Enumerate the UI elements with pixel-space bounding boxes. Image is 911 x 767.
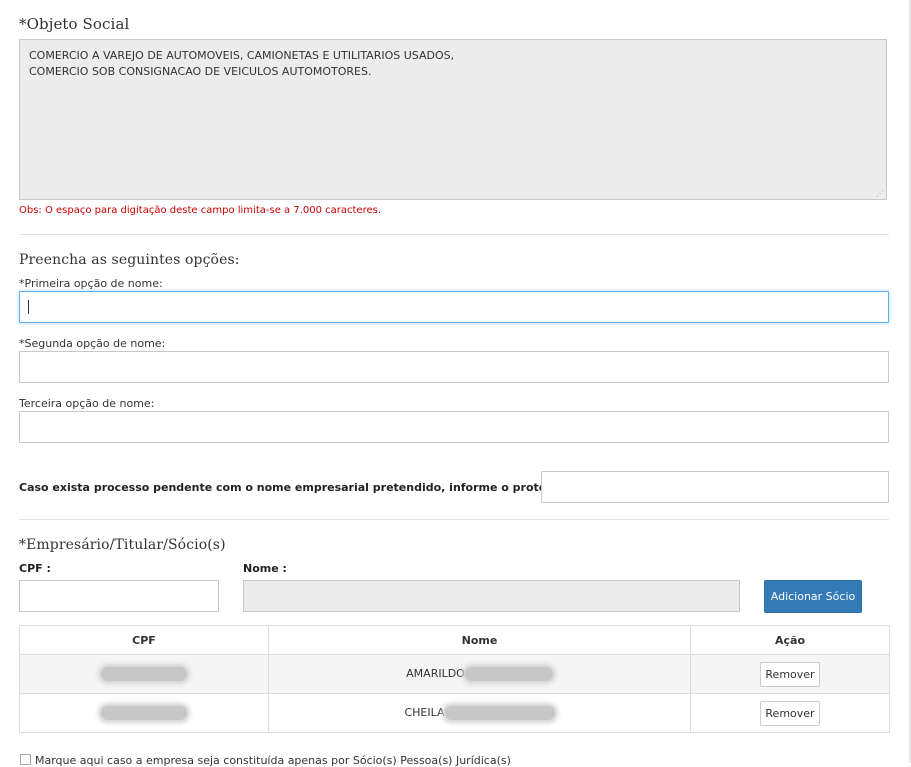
protocol-input[interactable]	[541, 471, 889, 503]
second-name-option-input[interactable]	[19, 351, 889, 383]
action-cell: Remover	[690, 693, 890, 733]
partner-name: AMARILDO	[406, 667, 465, 680]
section-divider	[19, 519, 889, 520]
character-limit-note: Obs: O espaço para digitação deste campo…	[19, 205, 382, 216]
partners-title: *Empresário/Titular/Sócio(s)	[19, 537, 226, 553]
nome-cell: AMARILDO	[268, 654, 691, 694]
objeto-social-textarea[interactable]: COMERCIO A VAREJO DE AUTOMOVEIS, CAMIONE…	[19, 39, 887, 200]
table-header-row: CPF Nome Ação	[19, 625, 890, 655]
third-name-option-input[interactable]	[19, 411, 889, 443]
column-header-acao: Ação	[690, 625, 890, 655]
table-row: CHEILA Remover	[19, 693, 890, 733]
cpf-label: CPF :	[19, 562, 51, 575]
add-partner-button[interactable]: Adicionar Sócio	[764, 580, 862, 613]
resize-grip-icon[interactable]: ⋰	[876, 189, 885, 198]
cpf-input[interactable]	[19, 580, 219, 612]
name-options-title: Preencha as seguintes opções:	[19, 252, 240, 268]
section-divider	[19, 234, 889, 235]
legal-entity-partners-checkbox[interactable]	[20, 754, 31, 765]
column-header-cpf: CPF	[19, 625, 269, 655]
first-name-option-input[interactable]	[19, 291, 889, 323]
first-name-option-label: *Primeira opção de nome:	[19, 277, 163, 290]
remove-button[interactable]: Remover	[760, 700, 820, 726]
partners-table: CPF Nome Ação AMARILDO Remover CHEILA Re…	[19, 625, 890, 733]
objeto-social-title: *Objeto Social	[19, 15, 130, 33]
redacted-cpf	[101, 667, 187, 681]
legal-entity-partners-label: Marque aqui caso a empresa seja constitu…	[35, 754, 511, 767]
remove-button[interactable]: Remover	[760, 661, 820, 687]
redacted-cpf	[101, 706, 187, 720]
third-name-option-label: Terceira opção de nome:	[19, 397, 155, 410]
action-cell: Remover	[690, 654, 890, 694]
nome-cell: CHEILA	[268, 693, 691, 733]
text-cursor	[28, 300, 29, 314]
protocol-label: Caso exista processo pendente com o nome…	[19, 481, 577, 494]
column-header-nome: Nome	[268, 625, 691, 655]
redacted-name	[464, 667, 553, 681]
cpf-cell	[19, 654, 269, 694]
partner-name: CHEILA	[404, 706, 445, 719]
table-row: AMARILDO Remover	[19, 654, 890, 694]
redacted-name	[444, 706, 555, 720]
nome-label: Nome :	[243, 562, 287, 575]
cpf-cell	[19, 693, 269, 733]
second-name-option-label: *Segunda opção de nome:	[19, 337, 166, 350]
page: { "objeto_social": { "title": "*Objeto S…	[0, 0, 911, 767]
nome-input	[243, 580, 740, 612]
